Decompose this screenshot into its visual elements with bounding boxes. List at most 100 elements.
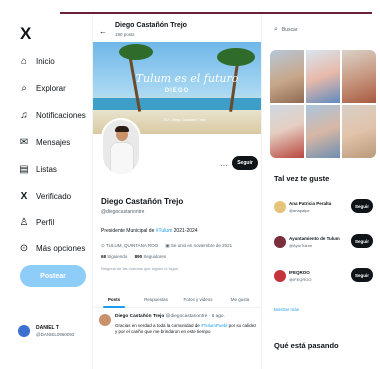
media-gallery: [270, 50, 376, 158]
suggestion-avatar: [274, 270, 286, 282]
palm-leaves: [217, 48, 255, 66]
gallery-photo[interactable]: [306, 50, 340, 103]
search-placeholder: Buscar: [281, 27, 298, 33]
follow-button[interactable]: Seguir: [232, 156, 258, 170]
suggestion-handle: @AytoTulum: [289, 243, 312, 248]
nav-item-perfil[interactable]: ♙ Perfil: [18, 214, 55, 230]
profile-bio: Presidente Municipal de #Tulum 2021-2024: [101, 228, 198, 234]
suggestion-item[interactable]: Ana Patricia Peralta @anapatpe Seguir: [274, 198, 378, 224]
gallery-photo[interactable]: [270, 50, 304, 103]
gallery-photo[interactable]: [342, 50, 376, 103]
suggestion-avatar: [274, 201, 286, 213]
post-hashtag-link[interactable]: #TulumPuebl: [201, 323, 227, 328]
header-post-count: 180 posts: [115, 32, 135, 37]
nav-label: Mensajes: [36, 137, 71, 147]
suggestion-item[interactable]: IFEQROO @IFEQROO Seguir: [274, 267, 378, 293]
account-switcher[interactable]: DANIEL T @DANIEL0960093: [18, 325, 74, 337]
post-author[interactable]: Diego Castañón Trejo: [115, 314, 164, 319]
nav-label: Más opciones: [36, 243, 86, 253]
profile-joined-date: ▣ Se unió en noviembre de 2021: [165, 243, 233, 248]
followers-label: Seguidores: [143, 254, 167, 259]
more-options-icon[interactable]: ···: [220, 161, 228, 170]
banner-title: Tulum es el futuro: [135, 72, 239, 85]
nav-item-explorar[interactable]: ⌕ Explorar: [18, 80, 66, 96]
header-title: Diego Castañón Trejo: [115, 22, 187, 29]
nav-item-verificado[interactable]: X Verificado: [18, 188, 71, 204]
avatar: [18, 325, 30, 337]
verified-x-icon: X: [20, 190, 28, 202]
post-text-part: Gracias en verdad a toda la comunidad de: [115, 323, 202, 328]
suggestion-handle: @IFEQROO: [289, 277, 312, 282]
profile-avatar[interactable]: [101, 118, 141, 176]
nav-item-mensajes[interactable]: ✉ Mensajes: [18, 134, 70, 150]
banner-caption: 2021 Diego Castañón Trejo: [163, 118, 206, 122]
post-avatar[interactable]: [99, 314, 111, 326]
suggestion-item[interactable]: Ayuntamiento de Tulum @AytoTulum Seguir: [274, 233, 378, 259]
banner-subtitle: DIEGO: [164, 88, 190, 94]
follow-button[interactable]: Seguir: [351, 268, 373, 282]
avatar-hair: [115, 126, 129, 132]
suggestion-name: Ana Patricia Peralta: [289, 201, 332, 206]
trending-title: Qué está pasando: [274, 341, 339, 350]
profile-name: Diego Castañón Trejo: [101, 197, 184, 206]
mail-icon: ✉: [19, 136, 29, 148]
follow-button[interactable]: Seguir: [351, 199, 373, 213]
post-meta: @diegocastanontre · 6 ago.: [164, 314, 225, 319]
following-label: Siguiendo: [107, 254, 128, 259]
suggestion-handle: @anapatpe: [289, 208, 310, 213]
home-icon: ⌂: [20, 55, 28, 67]
nav-label: Listas: [36, 164, 57, 174]
bio-hashtag-link[interactable]: #Tulum: [156, 228, 173, 234]
suggestion-name: IFEQROO: [289, 270, 310, 275]
left-navigation: X ⌂ Inicio ⌕ Explorar ♫ Notificaciones ✉…: [0, 0, 90, 369]
tab-respuestas[interactable]: Respuestas: [135, 294, 177, 307]
bio-text: 2021-2024: [172, 228, 198, 234]
gallery-photo[interactable]: [270, 105, 304, 158]
nav-label: Verificado: [36, 191, 72, 201]
nav-label: Explorar: [36, 83, 66, 93]
followers-link[interactable]: 890 Seguidores: [135, 254, 167, 259]
profile-column: ← Diego Castañón Trejo 180 posts Tulum e…: [92, 14, 262, 369]
not-followed-note: Ninguna de las cuentas que sigues lo sig…: [101, 266, 179, 271]
follow-button[interactable]: Seguir: [351, 234, 373, 248]
nav-label: Notificaciones: [36, 110, 86, 120]
suggestions-title: Tal vez te guste: [274, 174, 330, 183]
nav-item-notificaciones[interactable]: ♫ Notificaciones: [18, 107, 86, 123]
gallery-photo[interactable]: [306, 105, 340, 158]
tab-fotos-videos[interactable]: Fotos y videos: [177, 294, 219, 307]
post-text: Gracias en verdad a toda la comunidad de…: [115, 323, 259, 335]
follow-stats: 68 Siguiendo 890 Seguidores: [101, 254, 166, 259]
post-button[interactable]: Postear: [20, 265, 86, 287]
suggestion-avatar: [274, 236, 286, 248]
profile-meta: ⊙ TULUM, QUINTANA ROO ▣ Se unió en novie…: [101, 243, 238, 249]
profile-icon: ♙: [19, 216, 29, 228]
avatar-shirt: [110, 142, 134, 174]
bell-icon: ♫: [20, 109, 28, 121]
profile-tabs: Posts Respuestas Fotos y videos Me gusta: [93, 294, 261, 308]
tab-posts[interactable]: Posts: [93, 294, 135, 308]
profile-location: ⊙ TULUM, QUINTANA ROO: [101, 243, 159, 248]
list-icon: ▤: [19, 163, 29, 175]
following-link[interactable]: 68 Siguiendo: [101, 254, 127, 259]
back-arrow-icon[interactable]: ←: [99, 27, 107, 36]
nav-item-inicio[interactable]: ⌂ Inicio: [18, 53, 55, 69]
tab-me-gusta[interactable]: Me gusta: [219, 294, 261, 307]
profile-handle: @diegocastanontre: [101, 209, 145, 215]
nav-label: Perfil: [36, 217, 55, 227]
show-more-link[interactable]: Mostrar más: [274, 307, 299, 312]
search-input[interactable]: ⌕ Buscar: [274, 22, 378, 38]
x-logo-icon[interactable]: X: [20, 24, 31, 44]
account-handle: @DANIEL0960093: [36, 332, 75, 337]
followers-count: 890: [134, 254, 143, 259]
nav-label: Inicio: [36, 56, 55, 66]
suggestion-name: Ayuntamiento de Tulum: [289, 236, 340, 241]
nav-item-mas-opciones[interactable]: ⊙ Más opciones: [18, 240, 86, 256]
nav-item-listas[interactable]: ▤ Listas: [18, 161, 57, 177]
right-sidebar: ⌕ Buscar Tal vez te guste Ana Patricia P…: [264, 14, 380, 369]
post-header: Diego Castañón Trejo @diegocastanontre ·…: [115, 314, 225, 319]
bio-text: Presidente Municipal de: [101, 228, 156, 234]
following-count: 68: [101, 254, 107, 259]
search-icon: ⌕: [274, 26, 278, 33]
gallery-photo[interactable]: [342, 105, 376, 158]
account-name: DANIEL T: [36, 325, 59, 331]
